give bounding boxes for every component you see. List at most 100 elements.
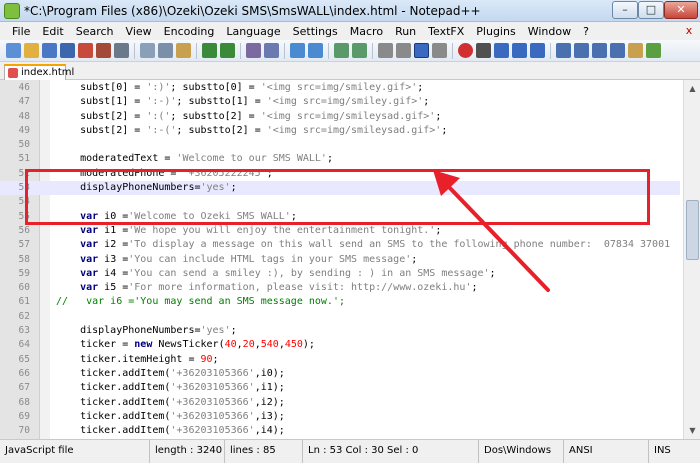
close-window-button[interactable]: ✕ bbox=[664, 1, 698, 19]
line-code[interactable]: var i1 ='We hope you will enjoy the ente… bbox=[56, 224, 441, 238]
play-macro-multiple-icon[interactable] bbox=[512, 43, 527, 58]
code-line[interactable]: 58 var i3 ='You can include HTML tags in… bbox=[0, 253, 680, 267]
line-code[interactable]: ticker.addItem('+36203105366',i1); bbox=[56, 381, 285, 395]
code-line[interactable]: 60 var i5 ='For more information, please… bbox=[0, 281, 680, 295]
line-code[interactable]: ticker.addItem('+36203105366',i2); bbox=[56, 396, 285, 410]
save-all-icon[interactable] bbox=[60, 43, 75, 58]
notepadpp-app-icon[interactable] bbox=[4, 3, 20, 19]
code-line[interactable]: 68 ticker.addItem('+36203105366',i2); bbox=[0, 396, 680, 410]
scroll-up-icon[interactable]: ▲ bbox=[685, 81, 700, 96]
redo-icon[interactable] bbox=[220, 43, 235, 58]
code-line[interactable]: 63 displayPhoneNumbers='yes'; bbox=[0, 324, 680, 338]
line-code[interactable]: var i4 ='You can send a smiley :), by se… bbox=[56, 267, 495, 281]
print-icon[interactable] bbox=[114, 43, 129, 58]
scroll-down-icon[interactable]: ▼ bbox=[685, 423, 700, 438]
zoom-in-icon[interactable] bbox=[290, 43, 305, 58]
code-line[interactable]: 50 bbox=[0, 138, 680, 152]
align-icon[interactable] bbox=[610, 43, 625, 58]
code-line[interactable]: 66 ticker.addItem('+36203105366',i0); bbox=[0, 367, 680, 381]
code-line[interactable]: 47 subst[1] = ':-)'; substto[1] = '<img … bbox=[0, 95, 680, 109]
code-line[interactable]: 57 var i2 ='To display a message on this… bbox=[0, 238, 680, 252]
indent-guide-icon[interactable] bbox=[414, 43, 429, 58]
vertical-scrollbar[interactable]: ▲ ▼ bbox=[683, 80, 700, 439]
menu-edit[interactable]: Edit bbox=[36, 25, 69, 38]
sync-vertical-icon[interactable] bbox=[334, 43, 349, 58]
close-all-icon[interactable] bbox=[96, 43, 111, 58]
line-code[interactable]: displayPhoneNumbers='yes'; bbox=[56, 324, 237, 338]
cut-icon[interactable] bbox=[140, 43, 155, 58]
show-all-chars-icon[interactable] bbox=[396, 43, 411, 58]
zoom-out-icon[interactable] bbox=[308, 43, 323, 58]
line-code[interactable]: var i2 ='To display a message on this wa… bbox=[56, 238, 670, 252]
line-code[interactable]: var i5 ='For more information, please vi… bbox=[56, 281, 477, 295]
menu-macro[interactable]: Macro bbox=[344, 25, 389, 38]
menu-run[interactable]: Run bbox=[389, 25, 422, 38]
code-line[interactable]: 51 moderatedText = 'Welcome to our SMS W… bbox=[0, 152, 680, 166]
code-lines[interactable]: 46 subst[0] = ':)'; substto[0] = '<img s… bbox=[0, 81, 680, 438]
close-document-icon[interactable]: x bbox=[682, 24, 696, 38]
move-down-icon[interactable] bbox=[592, 43, 607, 58]
textfx-icon[interactable] bbox=[556, 43, 571, 58]
line-code[interactable]: subst[1] = ':-)'; substto[1] = '<img src… bbox=[56, 95, 429, 109]
line-code[interactable]: ticker.addItem('+36203105366',i0); bbox=[56, 367, 285, 381]
spell-check-icon[interactable] bbox=[628, 43, 643, 58]
toolbar-separator bbox=[196, 42, 197, 59]
line-code[interactable]: // var i6 ='You may send an SMS message … bbox=[56, 295, 345, 309]
maximize-button[interactable]: □ bbox=[638, 1, 664, 19]
line-code[interactable]: moderatedText = 'Welcome to our SMS WALL… bbox=[56, 152, 333, 166]
user-language-icon[interactable] bbox=[432, 43, 447, 58]
find-icon[interactable] bbox=[246, 43, 261, 58]
word-wrap-icon[interactable] bbox=[378, 43, 393, 58]
menu-language[interactable]: Language bbox=[220, 25, 286, 38]
minimize-button[interactable]: – bbox=[612, 1, 638, 19]
line-code[interactable]: ticker = new NewsTicker(40,20,540,450); bbox=[56, 338, 315, 352]
code-editor[interactable]: 46 subst[0] = ':)'; substto[0] = '<img s… bbox=[0, 80, 700, 439]
code-line[interactable]: 67 ticker.addItem('+36203105366',i1); bbox=[0, 381, 680, 395]
replace-icon[interactable] bbox=[264, 43, 279, 58]
scrollbar-thumb[interactable] bbox=[686, 200, 699, 260]
line-code[interactable]: ticker.itemHeight = 90; bbox=[56, 353, 219, 367]
new-file-icon[interactable] bbox=[6, 43, 21, 58]
save-macro-icon[interactable] bbox=[530, 43, 545, 58]
copy-icon[interactable] bbox=[158, 43, 173, 58]
code-line[interactable]: 59 var i4 ='You can send a smiley :), by… bbox=[0, 267, 680, 281]
menu-help[interactable]: ? bbox=[577, 25, 595, 38]
open-file-icon[interactable] bbox=[24, 43, 39, 58]
menu-file[interactable]: File bbox=[6, 25, 36, 38]
line-code[interactable]: subst[2] = ':('; substto[2] = '<img src=… bbox=[56, 110, 441, 124]
record-macro-icon[interactable] bbox=[458, 43, 473, 58]
undo-icon[interactable] bbox=[202, 43, 217, 58]
code-line[interactable]: 65 ticker.itemHeight = 90; bbox=[0, 353, 680, 367]
menu-window[interactable]: Window bbox=[522, 25, 577, 38]
code-line[interactable]: 48 subst[2] = ':('; substto[2] = '<img s… bbox=[0, 110, 680, 124]
code-line[interactable]: 61 // var i6 ='You may send an SMS messag… bbox=[0, 295, 680, 309]
save-icon[interactable] bbox=[42, 43, 57, 58]
menu-plugins[interactable]: Plugins bbox=[470, 25, 521, 38]
code-line[interactable]: 64 ticker = new NewsTicker(40,20,540,450… bbox=[0, 338, 680, 352]
stop-macro-icon[interactable] bbox=[476, 43, 491, 58]
code-line[interactable]: 69 ticker.addItem('+36203105366',i3); bbox=[0, 410, 680, 424]
menu-encoding[interactable]: Encoding bbox=[158, 25, 221, 38]
line-code[interactable]: var i3 ='You can include HTML tags in yo… bbox=[56, 253, 417, 267]
line-code[interactable]: subst[2] = ':-('; substto[2] = '<img src… bbox=[56, 124, 447, 138]
line-code[interactable]: subst[0] = ':)'; substto[0] = '<img src=… bbox=[56, 81, 423, 95]
line-code[interactable]: ticker.addItem('+36203105366',i3); bbox=[56, 410, 285, 424]
code-line[interactable]: 46 subst[0] = ':)'; substto[0] = '<img s… bbox=[0, 81, 680, 95]
code-token: 450 bbox=[284, 339, 303, 351]
code-line[interactable]: 49 subst[2] = ':-('; substto[2] = '<img … bbox=[0, 124, 680, 138]
menu-search[interactable]: Search bbox=[70, 25, 120, 38]
paste-icon[interactable] bbox=[176, 43, 191, 58]
menu-view[interactable]: View bbox=[120, 25, 158, 38]
menu-textfx[interactable]: TextFX bbox=[422, 25, 470, 38]
sync-horizontal-icon[interactable] bbox=[352, 43, 367, 58]
check-icon[interactable] bbox=[646, 43, 661, 58]
tab-index-html[interactable]: index.html bbox=[4, 64, 74, 80]
code-line[interactable]: 62 bbox=[0, 310, 680, 324]
line-code[interactable]: ticker.addItem('+36203105366',i4); bbox=[56, 424, 285, 438]
code-line[interactable]: 70 ticker.addItem('+36203105366',i4); bbox=[0, 424, 680, 438]
code-line[interactable]: 56 var i1 ='We hope you will enjoy the e… bbox=[0, 224, 680, 238]
play-macro-icon[interactable] bbox=[494, 43, 509, 58]
menu-settings[interactable]: Settings bbox=[287, 25, 344, 38]
close-file-icon[interactable] bbox=[78, 43, 93, 58]
move-up-icon[interactable] bbox=[574, 43, 589, 58]
